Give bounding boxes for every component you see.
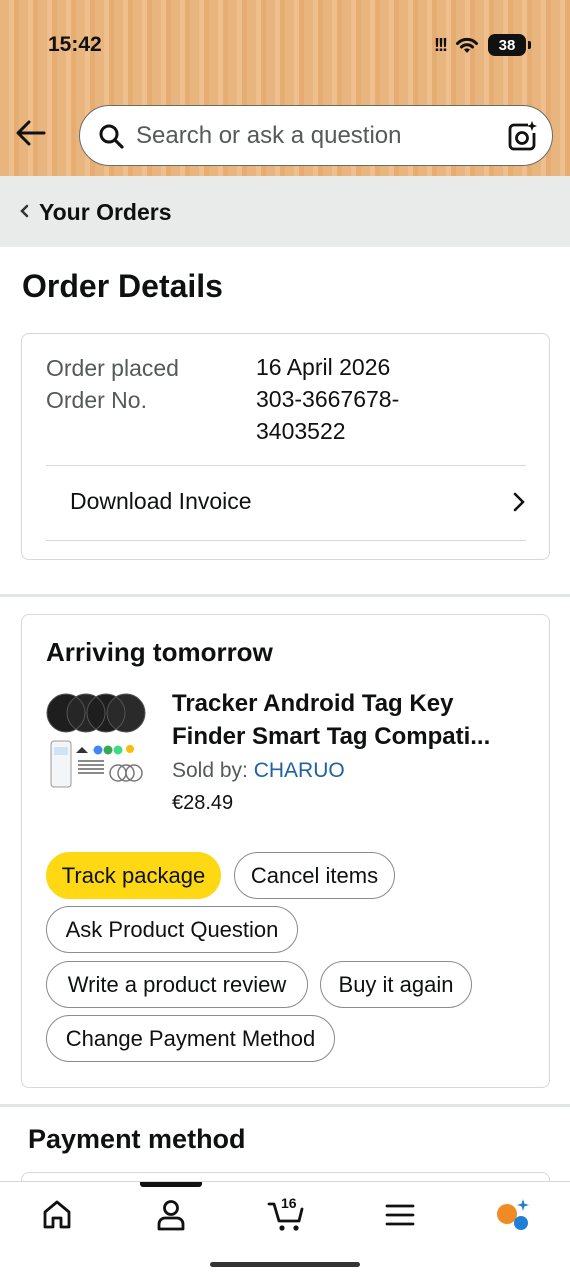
active-tab-indicator [140, 1182, 202, 1187]
menu-icon[interactable] [382, 1197, 418, 1233]
sold-by-prefix: Sold by: [172, 759, 254, 782]
bottom-nav: 16 [0, 1181, 570, 1280]
chevron-right-icon [513, 492, 525, 512]
cancel-items-button[interactable]: Cancel items [234, 852, 395, 899]
section-separator [0, 1104, 570, 1107]
home-icon[interactable] [39, 1197, 75, 1233]
breadcrumb-your-orders[interactable]: Your Orders [39, 199, 172, 226]
write-review-button[interactable]: Write a product review [46, 961, 308, 1008]
search-icon [99, 124, 124, 149]
wifi-icon [456, 37, 478, 53]
download-invoice-row[interactable]: Download Invoice [46, 466, 526, 541]
chevron-left-icon [20, 204, 29, 218]
product-title-line1[interactable]: Tracker Android Tag Key [172, 687, 522, 720]
cart-count-badge: 16 [281, 1195, 297, 1211]
section-separator [0, 594, 570, 597]
search-bar[interactable] [79, 105, 553, 166]
order-placed-label: Order placed [46, 355, 179, 381]
header: 15:42 !!! 38 [0, 0, 570, 176]
assistant-icon[interactable] [494, 1197, 530, 1233]
order-placed-value: 16 April 2026 [256, 354, 391, 380]
account-icon[interactable] [153, 1197, 189, 1233]
search-input[interactable] [136, 120, 486, 152]
seller-link[interactable]: CHARUO [254, 759, 345, 782]
order-number-value-line1: 303-3667678- [256, 386, 400, 412]
track-package-button[interactable]: Track package [46, 852, 221, 899]
signal-icon: !!! [434, 34, 448, 55]
shipment-card: Arriving tomorrow Tracker Android Tag Ke… [21, 614, 550, 1088]
buy-again-button[interactable]: Buy it again [320, 961, 472, 1008]
home-indicator [210, 1262, 360, 1267]
page-title: Order Details [22, 268, 223, 304]
battery-icon: 38 [488, 34, 531, 56]
download-invoice-label: Download Invoice [70, 488, 252, 514]
product-price: €28.49 [172, 792, 234, 814]
sold-by: Sold by: CHARUO [172, 759, 345, 783]
product-image[interactable] [46, 689, 150, 793]
camera-lens-icon[interactable] [506, 120, 538, 152]
payment-method-heading: Payment method [28, 1124, 246, 1154]
back-arrow-icon[interactable] [14, 116, 48, 150]
delivery-status: Arriving tomorrow [46, 637, 273, 667]
product-title-line2[interactable]: Finder Smart Tag Compati... [172, 720, 522, 753]
status-time: 15:42 [48, 33, 102, 56]
order-number-value-line2: 3403522 [256, 418, 346, 444]
divider [46, 540, 526, 541]
ask-product-question-button[interactable]: Ask Product Question [46, 906, 298, 953]
status-icons: !!! 38 [434, 34, 531, 56]
order-number-label: Order No. [46, 387, 147, 413]
order-info-card: Order placed 16 April 2026 Order No. 303… [21, 333, 550, 560]
change-payment-button[interactable]: Change Payment Method [46, 1015, 335, 1062]
